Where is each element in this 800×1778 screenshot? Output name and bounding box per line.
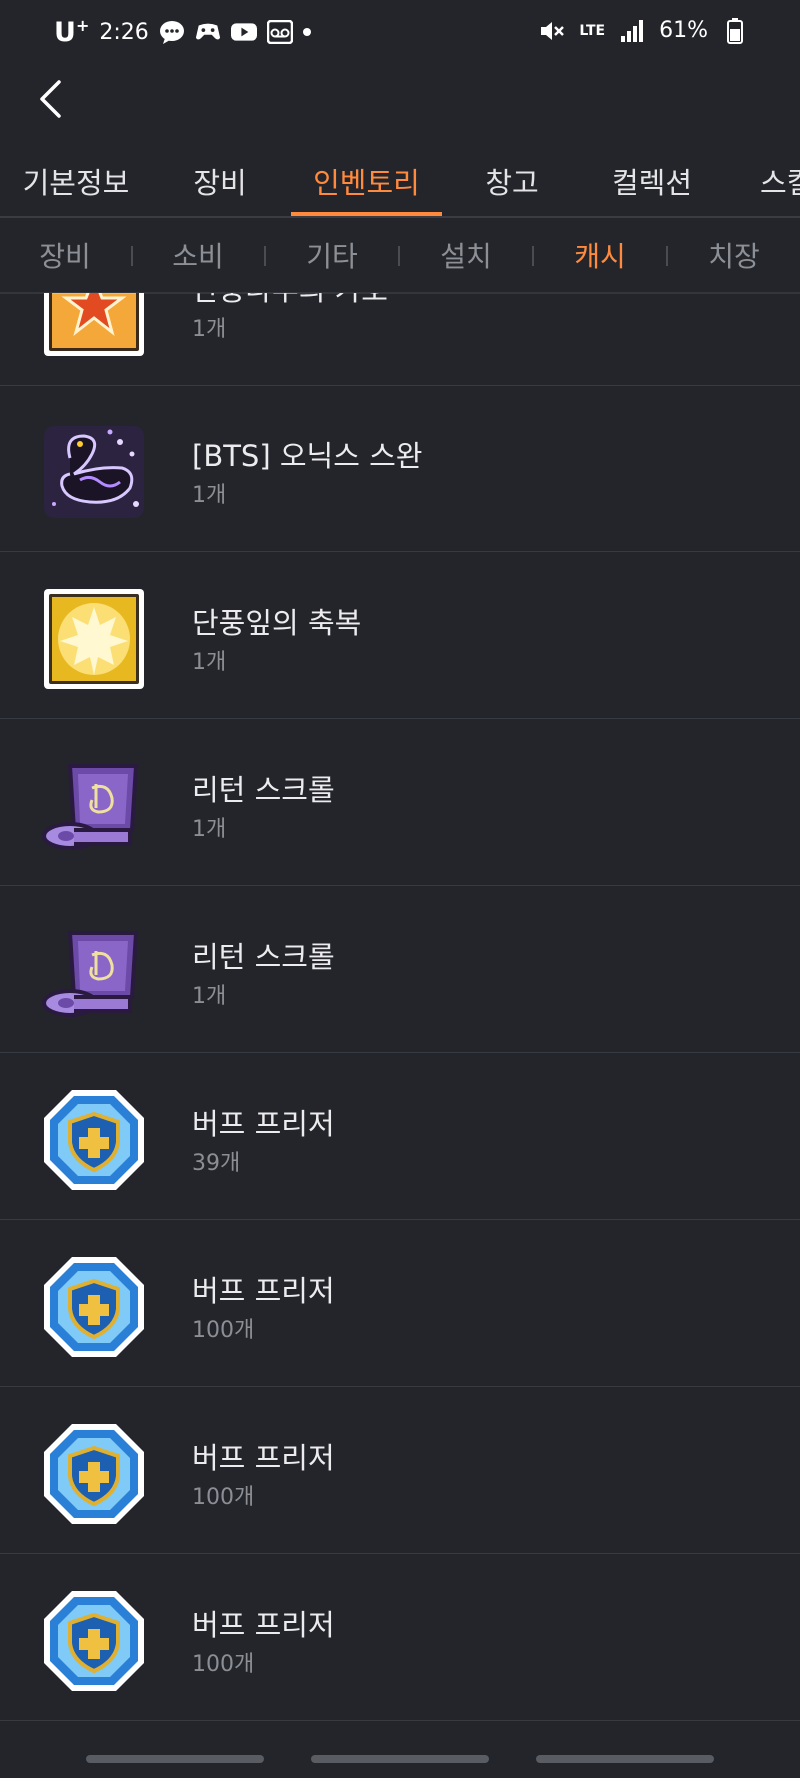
item-count: 1개 xyxy=(192,317,227,342)
signal-icon xyxy=(619,19,645,43)
buff-freezer-icon xyxy=(44,1257,144,1357)
back-button[interactable] xyxy=(24,72,78,126)
item-name: 버프 프리저 xyxy=(192,1441,335,1475)
tab-basic-info[interactable]: 기본정보 xyxy=(0,146,152,216)
list-item[interactable]: 리턴 스크롤 1개 xyxy=(0,886,800,1053)
network-type: LTE xyxy=(579,22,606,39)
list-item[interactable]: 단풍나무의 가호 1개 xyxy=(0,293,800,386)
item-name: 리턴 스크롤 xyxy=(192,940,335,974)
list-item[interactable]: 리턴 스크롤 1개 xyxy=(0,719,800,886)
clock: 2:26 xyxy=(99,19,149,45)
tab-collection[interactable]: 컬렉션 xyxy=(582,146,722,216)
list-item[interactable]: 버프 프리저 100개 xyxy=(0,1387,800,1554)
subtab-cosmetic[interactable]: 치장 xyxy=(668,218,800,292)
carrier-sup: + xyxy=(75,16,90,35)
tab-skill[interactable]: 스킬 xyxy=(760,146,800,216)
tab-inventory[interactable]: 인벤토리 xyxy=(291,146,442,216)
status-bar-right: LTE 61% xyxy=(539,17,748,44)
item-count: 39개 xyxy=(192,1151,241,1176)
item-count: 100개 xyxy=(192,1652,255,1677)
chevron-left-icon xyxy=(40,80,61,118)
item-name: [BTS] 오닉스 스완 xyxy=(192,439,423,473)
item-name: 리턴 스크롤 xyxy=(192,773,335,807)
list-item[interactable]: 단풍잎의 축복 1개 xyxy=(0,552,800,719)
system-nav-bar xyxy=(0,1733,800,1778)
buff-freezer-icon xyxy=(44,1591,144,1691)
main-tab-bar: 기본정보 장비 인벤토리 창고 컬렉션 스킬 xyxy=(0,146,800,218)
subtab-install[interactable]: 설치 xyxy=(400,218,532,292)
maple-leaf-blessing-icon xyxy=(44,589,144,689)
item-count: 1개 xyxy=(192,483,227,508)
subtab-consume[interactable]: 소비 xyxy=(133,218,263,292)
page-title xyxy=(300,76,500,96)
battery-percent: 61% xyxy=(659,18,708,43)
voicemail-icon xyxy=(266,20,293,44)
list-item[interactable]: 버프 프리저 39개 xyxy=(0,1053,800,1220)
youtube-icon xyxy=(230,20,257,44)
list-item[interactable]: 버프 프리저 100개 xyxy=(0,1554,800,1721)
list-item[interactable]: 버프 프리저 100개 xyxy=(0,1220,800,1387)
item-name: 버프 프리저 xyxy=(192,1274,335,1308)
message-icon xyxy=(159,20,185,44)
game-controller-icon xyxy=(195,20,221,44)
tab-storage[interactable]: 창고 xyxy=(452,146,572,216)
item-name: 버프 프리저 xyxy=(192,1107,335,1141)
item-name: 단풍나무의 가호 xyxy=(192,293,388,309)
maple-tree-blessing-icon xyxy=(44,293,144,356)
return-scroll-icon xyxy=(42,764,139,850)
item-name: 버프 프리저 xyxy=(192,1608,335,1642)
nav-back-handle[interactable] xyxy=(536,1755,714,1763)
item-count: 100개 xyxy=(192,1485,255,1510)
subtab-cash[interactable]: 캐시 xyxy=(534,218,666,292)
carrier-text: U xyxy=(54,17,76,48)
notification-dot xyxy=(302,28,311,36)
item-count: 1개 xyxy=(192,650,227,675)
item-count: 1개 xyxy=(192,984,227,1009)
item-name: 단풍잎의 축복 xyxy=(192,606,362,640)
status-bar-left: U+ 2:26 xyxy=(54,16,311,48)
list-item[interactable]: [BTS] 오닉스 스완 1개 xyxy=(0,385,800,552)
carrier-label: U+ xyxy=(54,16,89,48)
battery-icon xyxy=(722,17,748,44)
sub-tab-bar: 장비 소비 기타 설치 캐시 치장 xyxy=(0,218,800,294)
onyx-swan-icon xyxy=(44,426,144,518)
return-scroll-icon xyxy=(42,931,139,1017)
subtab-etc[interactable]: 기타 xyxy=(266,218,398,292)
buff-freezer-icon xyxy=(44,1424,144,1524)
status-bar: U+ 2:26 LTE 61% xyxy=(0,0,800,66)
inventory-item-list: 단풍나무의 가호 1개 [BTS] 오닉스 스완 1개 단풍잎의 축복 1개 xyxy=(0,293,800,1733)
subtab-equipment[interactable]: 장비 xyxy=(0,218,130,292)
buff-freezer-icon xyxy=(44,1090,144,1190)
tab-equipment[interactable]: 장비 xyxy=(160,146,280,216)
nav-home-handle[interactable] xyxy=(311,1755,489,1763)
item-count: 100개 xyxy=(192,1318,255,1343)
mute-icon xyxy=(539,19,565,43)
nav-recent-handle[interactable] xyxy=(86,1755,264,1763)
item-count: 1개 xyxy=(192,817,227,842)
